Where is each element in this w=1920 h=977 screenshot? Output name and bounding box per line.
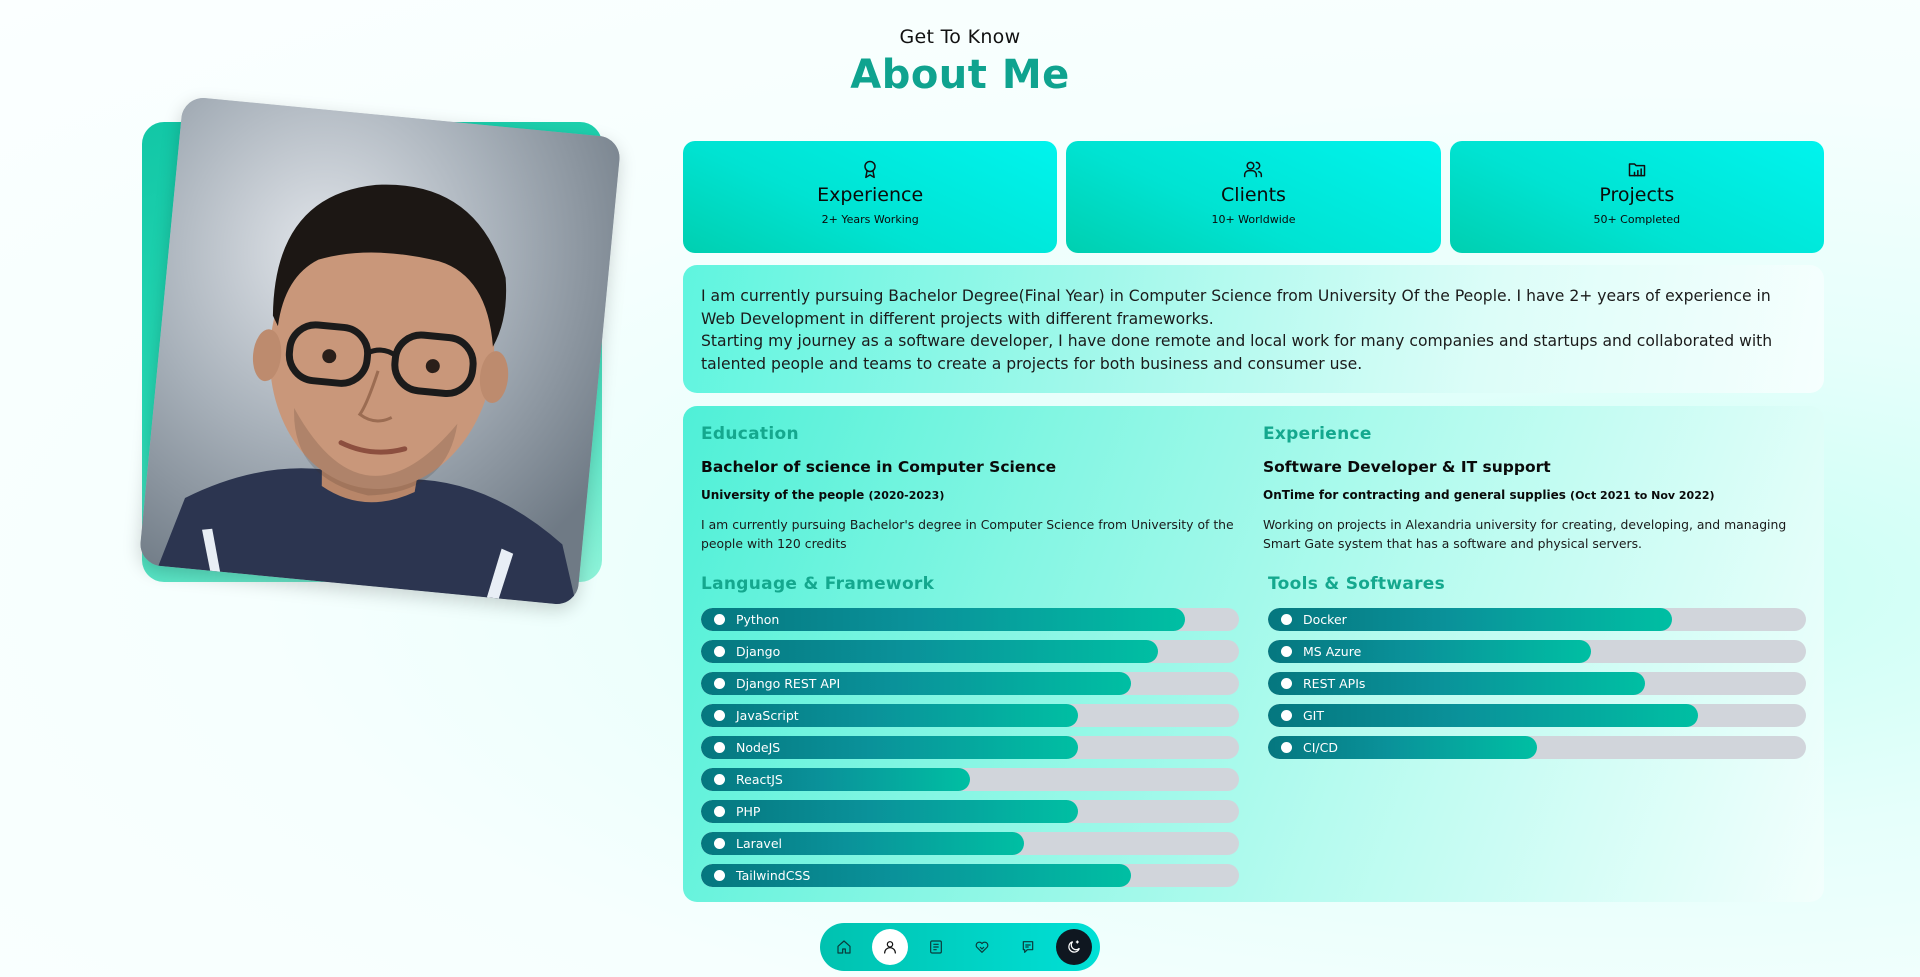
skill-bar: Laravel: [701, 832, 1239, 855]
skill-bar: CI/CD: [1268, 736, 1806, 759]
skill-name: GIT: [1303, 708, 1325, 723]
education-dates: (2020-2023): [868, 489, 945, 502]
stat-title: Experience: [817, 184, 924, 206]
profile-photo-frame: [120, 95, 622, 616]
nav-services-button[interactable]: [964, 929, 1000, 965]
skill-name: NodeJS: [736, 740, 781, 755]
skill-bar: NodeJS: [701, 736, 1239, 759]
skill-dot-icon: [714, 646, 725, 657]
skill-bar-fill: [1268, 704, 1699, 727]
skill-bar: Python: [701, 608, 1239, 631]
skill-dot-icon: [1281, 742, 1292, 753]
stat-title: Projects: [1599, 184, 1675, 206]
skill-dot-icon: [1281, 614, 1292, 625]
skill-dot-icon: [1281, 710, 1292, 721]
skill-dot-icon: [714, 742, 725, 753]
stat-subtitle: 10+ Worldwide: [1211, 213, 1296, 226]
portfolio-icon: [930, 940, 942, 954]
skill-name: Python: [736, 612, 780, 627]
handshake-icon: [975, 941, 989, 953]
skill-dot-icon: [714, 774, 725, 785]
tools-heading: Tools & Softwares: [1268, 574, 1446, 594]
stat-card-projects: Projects 50+ Completed: [1449, 141, 1824, 253]
skill-dot-icon: [1281, 678, 1292, 689]
tools-skill-list: Docker MS Azure REST APIs GIT CI/CD: [1268, 608, 1806, 768]
company-name: OnTime for contracting and general suppl…: [1263, 488, 1566, 502]
section-subtitle: Get To Know: [899, 26, 1021, 48]
stats-cards: Experience 2+ Years Working Clients 10+ …: [683, 141, 1824, 253]
nav-about-button[interactable]: [872, 929, 908, 965]
skill-bar: Django: [701, 640, 1239, 663]
skill-bar: JavaScript: [701, 704, 1239, 727]
nav-portfolio-button[interactable]: [918, 929, 954, 965]
skill-name: Django REST API: [736, 676, 841, 691]
languages-skill-list: Python Django Django REST API JavaScript Nod…: [701, 608, 1239, 896]
skill-bar: GIT: [1268, 704, 1806, 727]
skill-name: Django: [736, 644, 781, 659]
nav-home-button[interactable]: [826, 929, 862, 965]
stat-card-experience: Experience 2+ Years Working: [683, 141, 1058, 253]
nav-contact-button[interactable]: [1010, 929, 1046, 965]
skill-bar: Docker: [1268, 608, 1806, 631]
skill-name: PHP: [736, 804, 761, 819]
stat-title: Clients: [1221, 184, 1286, 206]
user-icon: [884, 941, 896, 954]
section-title: About Me: [850, 52, 1070, 98]
stat-subtitle: 50+ Completed: [1593, 213, 1681, 226]
skill-bar: Django REST API: [701, 672, 1239, 695]
experience-heading: Experience: [1263, 424, 1372, 444]
education-institution: University of the people (2020-2023): [701, 488, 944, 502]
users-icon: [1244, 161, 1263, 178]
bio-card: I am currently pursuing Bachelor Degree(…: [683, 265, 1824, 393]
skill-dot-icon: [714, 710, 725, 721]
experience-company: OnTime for contracting and general suppl…: [1263, 488, 1715, 502]
skill-name: JavaScript: [736, 708, 799, 723]
skill-bar: MS Azure: [1268, 640, 1806, 663]
education-heading: Education: [701, 424, 799, 444]
skill-dot-icon: [714, 614, 725, 625]
institution-name: University of the people: [701, 488, 865, 502]
languages-heading: Language & Framework: [701, 574, 935, 594]
bio-paragraph: I am currently pursuing Bachelor Degree(…: [701, 287, 1771, 328]
home-icon: [837, 940, 851, 954]
skill-name: Docker: [1303, 612, 1347, 627]
skill-dot-icon: [714, 870, 725, 881]
skill-bar: TailwindCSS: [701, 864, 1239, 887]
skill-name: TailwindCSS: [736, 868, 811, 883]
skill-dot-icon: [714, 806, 725, 817]
skill-bar: REST APIs: [1268, 672, 1806, 695]
skill-dot-icon: [1281, 646, 1292, 657]
skill-name: CI/CD: [1303, 740, 1338, 755]
education-degree: Bachelor of science in Computer Science: [701, 458, 1057, 476]
profile-photo: [138, 95, 622, 607]
skill-name: REST APIs: [1303, 676, 1366, 691]
stat-card-clients: Clients 10+ Worldwide: [1066, 141, 1441, 253]
message-icon: [1022, 941, 1034, 953]
bottom-nav: [820, 923, 1100, 971]
skill-name: ReactJS: [736, 772, 783, 787]
skill-name: Laravel: [736, 836, 782, 851]
skill-bar: PHP: [701, 800, 1239, 823]
skill-bar: ReactJS: [701, 768, 1239, 791]
section-heading: Get To Know About Me: [0, 26, 1920, 98]
education-description: I am currently pursuing Bachelor's degre…: [701, 517, 1234, 551]
experience-role: Software Developer & IT support: [1263, 458, 1551, 476]
award-icon: [864, 160, 876, 179]
skill-dot-icon: [714, 678, 725, 689]
bio-paragraph: Starting my journey as a software develo…: [701, 332, 1773, 373]
theme-toggle-button[interactable]: [1056, 929, 1092, 965]
skill-name: MS Azure: [1303, 644, 1362, 659]
experience-description: Working on projects in Alexandria univer…: [1263, 517, 1787, 551]
folder-icon: [1628, 163, 1646, 177]
stat-subtitle: 2+ Years Working: [821, 213, 919, 226]
details-panel: Education Bachelor of science in Compute…: [683, 406, 1824, 902]
skill-dot-icon: [714, 838, 725, 849]
experience-dates: (Oct 2021 to Nov 2022): [1570, 489, 1715, 502]
moon-icon: [1068, 940, 1080, 953]
